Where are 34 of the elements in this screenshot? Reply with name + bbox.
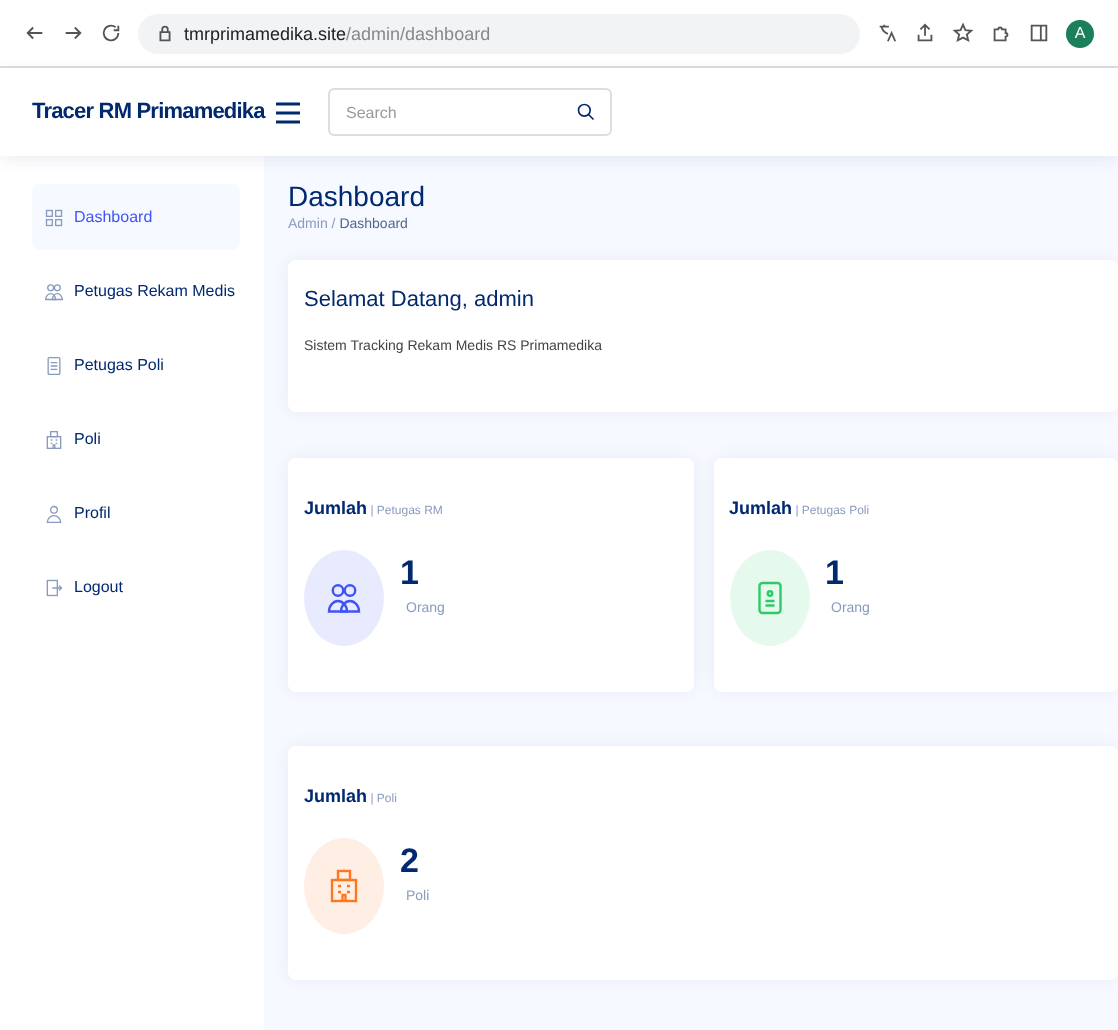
lock-icon[interactable] (154, 22, 176, 44)
brand-title[interactable]: Tracer RM Primamedika (0, 100, 276, 124)
menu-icon[interactable] (276, 101, 300, 123)
star-icon[interactable] (952, 22, 974, 44)
profile-avatar[interactable]: A (1066, 19, 1094, 47)
person-icon (44, 503, 64, 523)
share-icon[interactable] (914, 22, 936, 44)
sidebar-item[interactable]: Logout (32, 554, 240, 620)
building-icon (326, 868, 362, 904)
sidebar-item[interactable]: Dashboard (32, 184, 240, 250)
people-icon (326, 580, 362, 616)
logout-icon (44, 577, 64, 597)
puzzle-icon[interactable] (990, 22, 1012, 44)
sidebar-item[interactable]: Petugas Rekam Medis (32, 258, 240, 324)
doc-icon (44, 355, 64, 375)
stat-value: 2 (400, 842, 421, 882)
back-icon[interactable] (24, 22, 46, 44)
grid-icon (44, 207, 64, 227)
search-icon[interactable] (576, 102, 596, 122)
sidebar-item[interactable]: Profil (32, 480, 240, 546)
stat-value: 1 (825, 554, 846, 594)
page-title: Dashboard (288, 180, 427, 212)
reload-icon[interactable] (100, 22, 122, 44)
welcome-title: Selamat Datang, admin (304, 288, 536, 312)
search-field[interactable]: Search (328, 88, 612, 136)
address-bar[interactable]: tmrprimamedika.site/admin/dashboard (138, 13, 860, 53)
building-icon (44, 429, 64, 449)
sidebar-item[interactable]: Poli (32, 406, 240, 472)
sidebar-icon[interactable] (1028, 22, 1050, 44)
forward-icon[interactable] (62, 22, 84, 44)
stat-value: 1 (400, 554, 421, 594)
translate-icon[interactable] (876, 22, 898, 44)
people-icon (44, 281, 64, 301)
sidebar-item[interactable]: Petugas Poli (32, 332, 240, 398)
